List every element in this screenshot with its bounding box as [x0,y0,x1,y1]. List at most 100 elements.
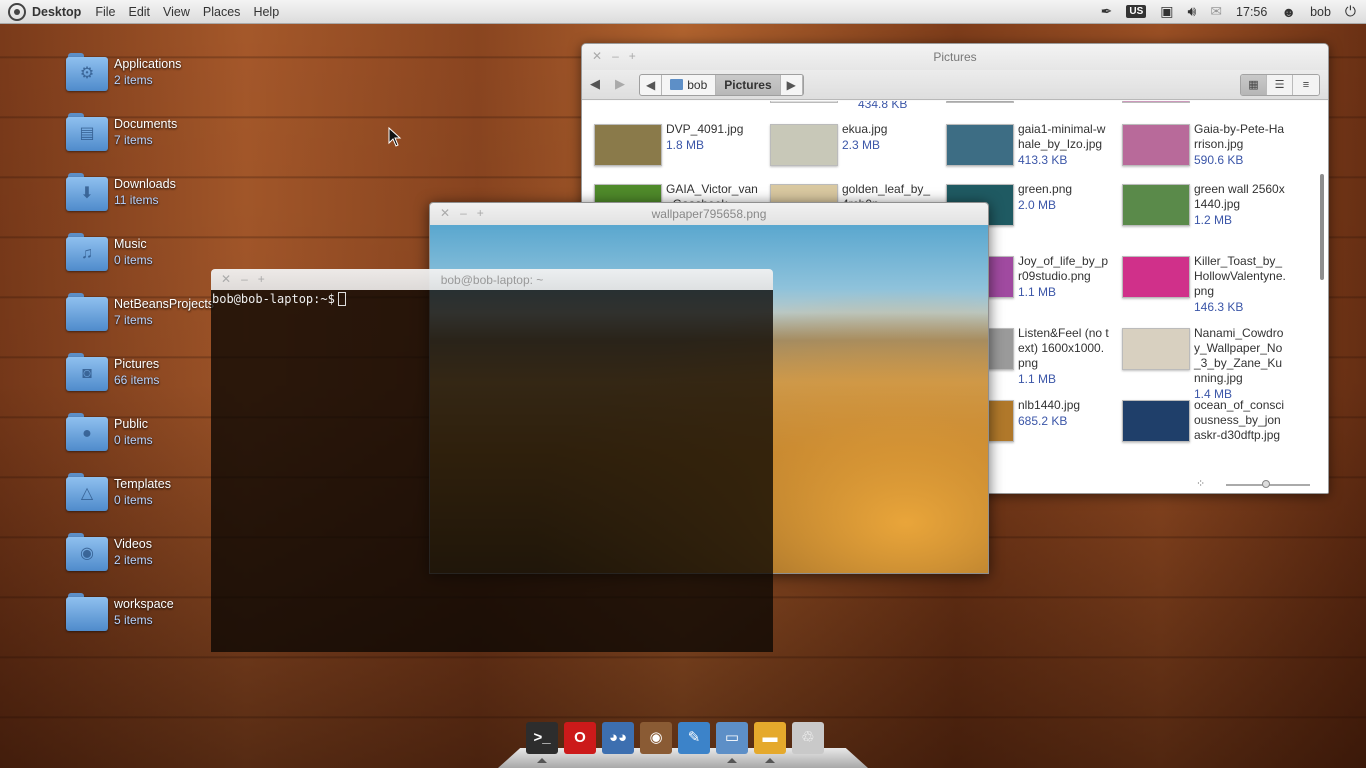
terminal-titlebar[interactable]: ✕ – + bob@bob-laptop: ~ [211,269,773,290]
desktop-icon-label: Public [114,417,149,431]
desktop-icon-templates[interactable]: △ Templates 0 items [66,468,216,516]
desktop-icon-music[interactable]: ♫ Music 0 items [66,228,216,276]
file-name: green wall 2560x1440.jpg [1194,182,1285,211]
desktop-icon-videos[interactable]: ◉ Videos 2 items [66,528,216,576]
dock-opera-icon[interactable]: O [564,722,596,754]
file-name: Killer_Toast_by_HollowValentyne.png [1194,254,1286,298]
mail-icon[interactable]: ✉ [1210,3,1222,20]
file-name: Nanami_Cowdroy_Wallpaper_No_3_by_Zane_Ku… [1194,326,1284,385]
terminal-body[interactable]: bob@bob-laptop:~$ [211,290,773,652]
file-item[interactable]: green wall 2560x1440.jpg 1.2 MB [1110,180,1286,240]
running-indicator [537,758,547,763]
back-arrow-icon[interactable]: ◀ [590,76,600,92]
file-thumbnail-cut[interactable] [1122,101,1190,103]
file-size: 685.2 KB [1018,414,1068,428]
breadcrumb-pictures[interactable]: Pictures [716,75,781,95]
desktop-icon-label: NetBeansProjects [114,297,215,311]
file-item[interactable]: Killer_Toast_by_HollowValentyne.png 146.3… [1110,252,1286,314]
folder-icon [66,593,108,631]
grid-view-icon[interactable]: ▦ [1241,75,1267,95]
forward-arrow-icon[interactable]: ▶ [615,76,625,92]
dock-terminal-icon[interactable]: >_ [526,722,558,763]
desktop-icon-label: Templates [114,477,171,491]
volume-icon[interactable]: 🔊︎ [1187,3,1196,20]
breadcrumb-left-arrow-icon[interactable]: ◀ [640,75,663,95]
desktop-icon-downloads[interactable]: ⬇ Downloads 11 items [66,168,216,216]
desktop-icon-public[interactable]: ● Public 0 items [66,408,216,456]
dock-image-viewer-icon[interactable]: ▬ [754,722,786,763]
desktop-icon-pictures[interactable]: ◙ Pictures 66 items [66,348,216,396]
desktop-icon-documents[interactable]: ▤ Documents 7 items [66,108,216,156]
file-size: 1.1 MB [1018,372,1057,386]
terminal-cursor [337,292,346,306]
running-indicator [727,758,737,763]
user-icon[interactable]: ☻ [1281,4,1296,20]
folder-icon: ◙ [66,353,108,391]
desktop-icon-applications[interactable]: ⚙ Applications 2 items [66,48,216,96]
file-name: ekua.jpg [842,122,888,136]
file-thumbnail [1122,184,1190,226]
desktop-icon-count: 2 items [114,73,153,87]
file-name: ocean_of_consciousness_by_jonaskr-d30dft… [1194,398,1285,442]
breadcrumb: ◀ bob Pictures ▶ [639,74,804,96]
battery-icon[interactable]: ▣ [1160,3,1173,20]
window-title: Pictures [933,50,977,64]
desktop-icon-count: 2 items [114,553,153,567]
dock: >_ O ◕◕ ◉ ✎ ▭ ▬ ♲ [498,720,868,768]
file-size: 1.1 MB [1018,285,1057,299]
top-panel: Desktop File Edit View Places Help ✒ US … [0,0,1366,24]
file-item[interactable]: ekua.jpg 2.3 MB [758,120,934,180]
mouse-pointer-icon [388,127,402,147]
menu-file[interactable]: File [95,5,115,19]
desktop-icon-label: Applications [114,57,182,71]
menu-places[interactable]: Places [203,5,241,19]
desktop-icon-netbeansprojects[interactable]: NetBeansProjects 7 items [66,288,216,336]
file-item[interactable]: Nanami_Cowdroy_Wallpaper_No_3_by_Zane_Ku… [1110,324,1286,401]
dock-files-icon[interactable]: ▭ [716,722,748,763]
user-name[interactable]: bob [1310,5,1331,19]
menu-view[interactable]: View [163,5,190,19]
zoom-slider-handle[interactable] [1262,480,1270,488]
menu-help[interactable]: Help [253,5,279,19]
app-menu-logo-icon[interactable] [8,2,26,21]
dock-audio-icon[interactable]: ◉ [640,722,672,754]
file-item[interactable]: ocean_of_consciousness_by_jonaskr-d30dft… [1110,396,1286,456]
file-manager-toolbar: ◀ ▶ ◀ bob Pictures ▶ ▦ ☰ ≡ [582,70,1328,100]
scrollbar[interactable] [1320,174,1324,280]
zoom-slider-area: ⁘ [1188,477,1328,493]
file-item[interactable]: DVP_4091.jpg 1.8 MB [582,120,758,180]
file-thumbnail [946,124,1014,166]
power-icon[interactable]: ⏻ [1345,3,1356,20]
folder-icon: ● [66,413,108,451]
image-viewer-titlebar[interactable]: ✕ – + wallpaper795658.png [430,203,988,225]
file-thumbnail [1122,256,1190,298]
terminal-window: ✕ – + bob@bob-laptop: ~ bob@bob-laptop:~… [211,269,773,652]
file-thumbnail-cut[interactable] [946,101,1014,103]
compact-view-icon[interactable]: ≡ [1293,75,1319,95]
file-name: Joy_of_life_by_pr09studio.png [1018,254,1109,283]
file-item[interactable]: Gaia-by-Pete-Harrison.jpg 590.6 KB [1110,120,1286,180]
pen-tool-icon[interactable]: ✒ [1101,3,1113,20]
dock-empathy-icon[interactable]: ◕◕ [602,722,634,754]
folder-icon: △ [66,473,108,511]
running-indicator [765,758,775,763]
desktop-icon-label: Music [114,237,147,251]
file-size: 1.8 MB [666,138,705,152]
breadcrumb-bob[interactable]: bob [662,75,717,95]
file-name: Listen&Feel (no text) 1600x1000.png [1018,326,1109,370]
file-thumbnail-cut[interactable] [770,101,838,103]
window-title: bob@bob-laptop: ~ [440,273,544,287]
breadcrumb-right-arrow-icon[interactable]: ▶ [781,75,803,95]
file-item[interactable]: gaia1-minimal-whale_by_Izo.jpg 413.3 KB [934,120,1110,180]
file-manager-titlebar[interactable]: ✕ – + Pictures [582,44,1328,70]
dock-trash-icon[interactable]: ♲ [792,722,824,754]
menu-edit[interactable]: Edit [128,5,150,19]
keyboard-layout-indicator[interactable]: US [1126,5,1147,18]
file-thumbnail [1122,124,1190,166]
file-size-cut: 434.8 KB [858,101,908,111]
dock-writer-icon[interactable]: ✎ [678,722,710,754]
desktop-icon-workspace[interactable]: workspace 5 items [66,588,216,636]
clock[interactable]: 17:56 [1236,5,1267,19]
list-view-icon[interactable]: ☰ [1267,75,1293,95]
active-app-name[interactable]: Desktop [32,5,81,19]
